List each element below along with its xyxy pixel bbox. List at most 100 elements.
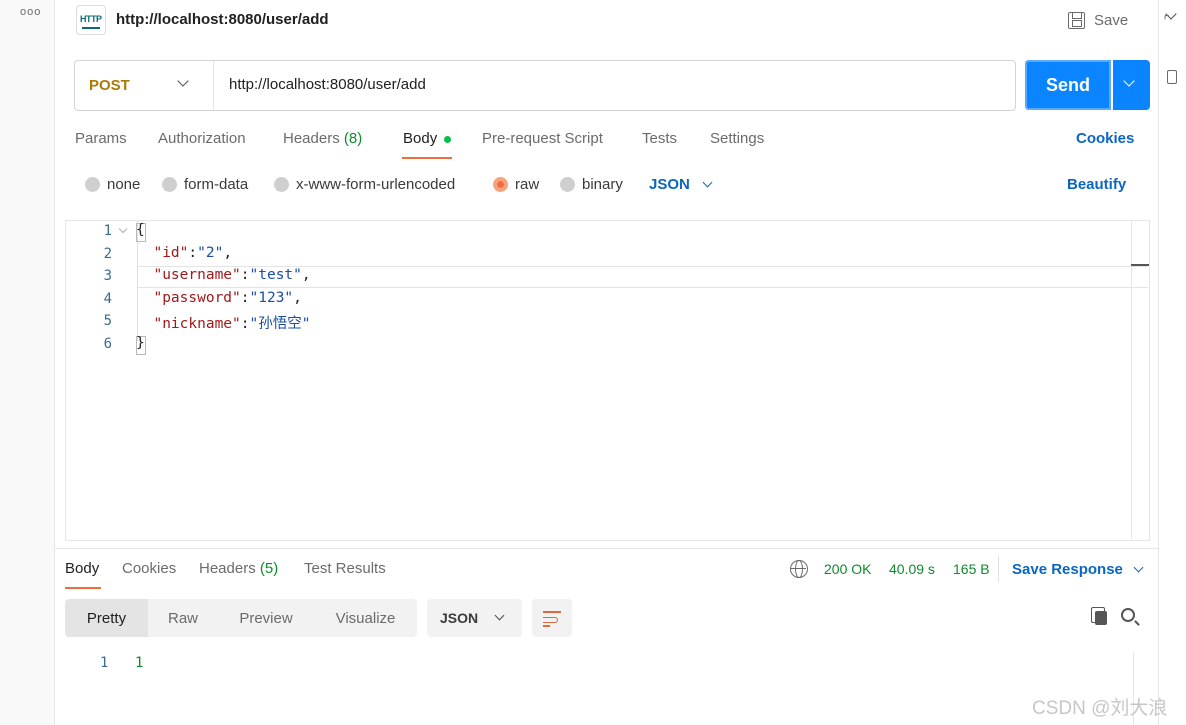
response-divider[interactable] (55, 548, 1158, 549)
active-tab-indicator (65, 587, 101, 589)
radio-circle-selected (493, 177, 508, 192)
code-line: "id":"2", (136, 245, 232, 261)
search-icon[interactable] (1121, 608, 1135, 622)
watermark: CSDN @刘大浪 (1032, 698, 1168, 719)
url-input[interactable] (229, 76, 989, 93)
chevron-down-icon (702, 177, 713, 187)
radio-label: raw (515, 176, 540, 193)
code-line: { (136, 222, 145, 238)
chevron-down-icon (494, 610, 505, 621)
json-value: "test" (249, 267, 302, 283)
json-sep: : (188, 245, 198, 261)
response-tab-headers[interactable]: Headers (5) (199, 560, 278, 577)
tab-label: Headers (199, 560, 256, 577)
radio-form-data[interactable]: form-data (162, 176, 248, 193)
wrap-lines-icon-part (543, 617, 558, 623)
status-code[interactable]: 200 OK (824, 561, 871, 577)
save-button[interactable]: Save (1068, 8, 1128, 32)
response-tab-test-results[interactable]: Test Results (304, 560, 386, 577)
beautify-link[interactable]: Beautify (1067, 176, 1126, 193)
tab-label: Headers (283, 130, 340, 147)
response-tab-cookies[interactable]: Cookies (122, 560, 176, 577)
method-select[interactable]: POST (75, 61, 214, 110)
chevron-left-icon[interactable]: ‹ (1160, 8, 1177, 23)
document-icon[interactable] (1167, 70, 1177, 84)
radio-circle (162, 177, 177, 192)
response-size[interactable]: 165 B (953, 561, 990, 577)
tab-tests[interactable]: Tests (642, 130, 677, 147)
radio-x-www-form-urlencoded[interactable]: x-www-form-urlencoded (274, 176, 455, 193)
send-dropdown-button[interactable] (1113, 60, 1150, 110)
request-title[interactable]: http://localhost:8080/user/add (116, 11, 329, 28)
line-number: 6 (103, 336, 112, 352)
http-icon: HTTP (76, 5, 106, 35)
response-view-switcher: Pretty Raw Preview Visualize (65, 599, 417, 637)
radio-circle (274, 177, 289, 192)
url-bar: POST (74, 60, 1016, 111)
wrap-lines-icon-part (543, 625, 550, 627)
code-line: "nickname":"孙悟空" (136, 312, 310, 333)
left-sidebar: ooo (0, 0, 55, 725)
tab-body[interactable]: Body (403, 130, 437, 147)
chevron-down-icon (1123, 75, 1135, 87)
save-response-label: Save Response (1012, 561, 1123, 578)
view-raw[interactable]: Raw (148, 599, 218, 637)
radio-circle (85, 177, 100, 192)
code-line: "password":"123", (136, 290, 302, 306)
json-key: "nickname" (153, 316, 241, 332)
radio-binary[interactable]: binary (560, 176, 623, 193)
save-icon (1068, 11, 1085, 29)
tab-authorization[interactable]: Authorization (158, 130, 246, 147)
wrap-lines-button[interactable] (532, 599, 572, 637)
radio-raw[interactable]: raw (493, 176, 539, 193)
cookies-link[interactable]: Cookies (1076, 130, 1134, 147)
json-value: "2" (197, 245, 224, 261)
json-end: , (223, 245, 233, 261)
radio-label: none (107, 176, 141, 193)
line-number: 5 (103, 313, 112, 329)
tab-headers[interactable]: Headers (8) (283, 130, 362, 147)
tab-params[interactable]: Params (75, 130, 127, 147)
more-dots-icon[interactable]: ooo (20, 6, 41, 18)
response-content: 1 (135, 655, 144, 671)
json-value: "123" (249, 290, 294, 306)
body-format-select[interactable]: JSON (649, 176, 713, 193)
tab-settings[interactable]: Settings (710, 130, 764, 147)
view-pretty[interactable]: Pretty (65, 599, 148, 637)
active-tab-indicator (402, 157, 452, 159)
wrap-lines-icon (543, 611, 561, 613)
json-key: "id" (153, 245, 189, 261)
json-end: , (293, 290, 302, 306)
radio-label: form-data (184, 176, 249, 193)
radio-label: x-www-form-urlencoded (296, 176, 456, 193)
copy-icon[interactable] (1091, 607, 1107, 625)
scroll-position-marker (1131, 264, 1149, 266)
code-line: "username":"test", (136, 267, 311, 283)
response-line-number: 1 (100, 655, 109, 671)
json-end: , (301, 267, 311, 283)
view-visualize[interactable]: Visualize (314, 599, 417, 637)
save-label: Save (1094, 11, 1129, 29)
response-tab-body[interactable]: Body (65, 560, 99, 577)
send-button[interactable]: Send (1025, 60, 1111, 110)
format-label: JSON (440, 610, 479, 626)
radio-none[interactable]: none (85, 176, 140, 193)
format-label: JSON (649, 176, 690, 193)
right-sidebar: ‹ (1158, 0, 1186, 725)
chevron-down-icon (1133, 562, 1144, 572)
response-time[interactable]: 40.09 s (889, 561, 935, 577)
code-text: { (136, 222, 145, 238)
editor-scrollbar[interactable] (1131, 221, 1132, 539)
save-response-button[interactable]: Save Response (1012, 561, 1144, 578)
json-key: "password" (153, 290, 241, 306)
view-preview[interactable]: Preview (218, 599, 314, 637)
line-number: 2 (103, 246, 112, 262)
radio-label: binary (582, 176, 623, 193)
json-sep: : (240, 290, 250, 306)
response-format-select[interactable]: JSON (427, 599, 522, 637)
divider (998, 556, 999, 582)
body-modified-dot (444, 136, 451, 143)
tab-pre-request-script[interactable]: Pre-request Script (482, 130, 603, 147)
globe-icon[interactable] (790, 560, 808, 578)
code-line: } (136, 335, 145, 351)
